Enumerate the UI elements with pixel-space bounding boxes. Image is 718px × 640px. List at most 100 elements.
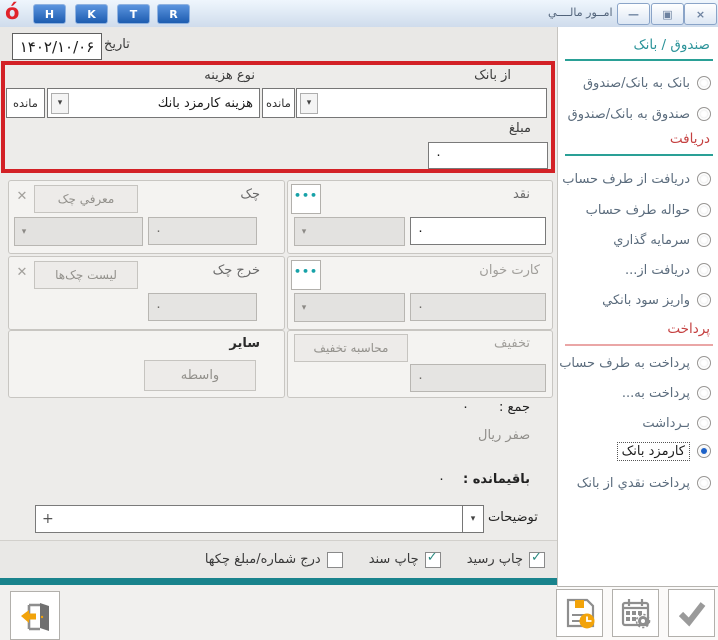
spend-cheque-group: ✕ لیست چک‌ها خرج چک ۰ [8, 256, 285, 330]
amount-input[interactable]: ۰ [428, 142, 548, 169]
sidebar-item-bank-fee[interactable]: کارمزد بانک [560, 440, 714, 462]
quick-button-t[interactable]: T [117, 4, 150, 24]
sidebar-section-pay: پرداخت [667, 321, 710, 337]
sidebar-item-investment[interactable]: سرمایه گذاري [560, 229, 714, 251]
expense-type-combobox[interactable]: ▾ هزینه كارمزد بانك [47, 88, 260, 118]
card-reader-label: کارت خوان [479, 263, 540, 278]
sidebar-item-receive-from-account[interactable]: دریافت از طرف حساب [560, 168, 714, 190]
accent-divider [0, 578, 557, 585]
cheque-intro-button: معرفي چک [34, 185, 138, 213]
app-logo-icon: ó [5, 0, 19, 24]
expense-type-label: نوع هزینه [204, 68, 255, 83]
cash-group: نقد ••• ۰ ▾ [287, 180, 553, 254]
cheque-group: ✕ معرفي چک چک ۰ ▾ [8, 180, 285, 254]
radio-icon[interactable] [697, 386, 711, 400]
card-reader-more-button[interactable]: ••• [291, 260, 321, 290]
radio-icon[interactable] [697, 416, 711, 430]
radio-icon[interactable] [697, 203, 711, 217]
mediator-button: واسطه [144, 360, 256, 391]
notes-dropdown-button[interactable]: ▾ [462, 505, 484, 533]
print-option[interactable]: چاپ رسید [467, 552, 545, 568]
cash-label: نقد [513, 187, 530, 202]
print-option[interactable]: چاپ سند [369, 552, 441, 568]
total-in-words: صفر ریال [478, 428, 530, 443]
close-icon[interactable]: × [684, 3, 717, 25]
print-option-checkbox[interactable] [529, 552, 545, 568]
quick-button-h[interactable]: H [33, 4, 66, 24]
remaining-value: ۰ [438, 472, 445, 487]
minimize-icon[interactable]: — [617, 3, 650, 25]
cheque-dropdown: ▾ [14, 217, 143, 246]
discount-label: تخفیف [494, 336, 530, 351]
chevron-down-icon[interactable]: ▾ [51, 93, 69, 114]
chevron-down-icon[interactable]: ▾ [300, 93, 318, 114]
cash-amount-input[interactable]: ۰ [410, 217, 546, 245]
save-with-time-button[interactable] [556, 589, 603, 637]
print-option-label: چاپ سند [369, 552, 419, 567]
radio-icon[interactable] [697, 444, 711, 458]
titlebar: ó H K T R امــور مالــــي — ▣ × [0, 0, 718, 28]
exit-button[interactable] [10, 591, 60, 640]
notes-input[interactable]: + [35, 505, 464, 533]
window-title: امــور مالــــي [548, 6, 616, 19]
radio-icon[interactable] [697, 172, 711, 186]
section-divider [565, 59, 713, 61]
print-option-label: چاپ رسید [467, 552, 523, 567]
section-divider [565, 154, 713, 156]
radio-icon[interactable] [697, 293, 711, 307]
sidebar-item-fund-to-bank[interactable]: صندوق به بانک/صندوق [560, 103, 714, 125]
discount-group: تخفیف محاسبه تخفیف ۰ [287, 330, 553, 398]
total-label: جمع : [488, 400, 530, 415]
quick-button-k[interactable]: K [75, 4, 108, 24]
print-option[interactable]: درج شماره/مبلغ چکها [205, 552, 343, 568]
bottom-bar-left [0, 585, 557, 640]
sidebar-item-withdrawal[interactable]: بـرداشت [560, 412, 714, 434]
sidebar-item-receive-from[interactable]: دریافت از... [560, 259, 714, 281]
radio-icon[interactable] [697, 356, 711, 370]
from-bank-label: از بانک [474, 68, 511, 83]
quick-button-r[interactable]: R [157, 4, 190, 24]
sidebar: صندوق / بانک بانک به بانک/صندوق صندوق به… [557, 27, 718, 586]
checkmark-icon [675, 596, 709, 630]
radio-icon[interactable] [697, 76, 711, 90]
radio-icon[interactable] [697, 476, 711, 490]
other-group: سایر واسطه [8, 330, 285, 398]
card-reader-group: کارت خوان ••• ۰ ▾ [287, 256, 553, 330]
card-reader-dropdown: ▾ [294, 293, 405, 322]
cash-account-dropdown: ▾ [294, 217, 405, 246]
sidebar-item-account-transfer[interactable]: حواله طرف حساب [560, 199, 714, 221]
amount-label: مبلغ [509, 121, 531, 136]
discount-amount-input: ۰ [410, 364, 546, 392]
sidebar-item-bank-interest[interactable]: واریز سود بانکي [560, 289, 714, 311]
spend-cheque-label: خرج چک [213, 263, 260, 278]
chevron-down-icon: ▾ [471, 514, 476, 524]
chevron-down-icon: ▾ [295, 303, 313, 313]
card-reader-amount-input: ۰ [410, 293, 546, 321]
expense-type-balance-button[interactable]: مانده [6, 88, 45, 118]
radio-icon[interactable] [697, 107, 711, 121]
spend-cheque-clear-icon[interactable]: ✕ [13, 263, 31, 281]
sidebar-item-pay-to[interactable]: پرداخت به... [560, 382, 714, 404]
radio-icon[interactable] [697, 263, 711, 277]
date-input[interactable]: ۱۴۰۲/۱۰/۰۶ [12, 33, 102, 60]
print-option-label: درج شماره/مبلغ چکها [205, 552, 321, 567]
from-bank-balance-button[interactable]: مانده [262, 88, 295, 118]
from-bank-combobox[interactable]: ▾ [296, 88, 547, 118]
section-divider [565, 344, 713, 346]
expense-type-value: هزینه كارمزد بانك [69, 96, 259, 111]
print-option-checkbox[interactable] [425, 552, 441, 568]
app-window: ó H K T R امــور مالــــي — ▣ × ۱۴۰۲/۱۰/… [0, 0, 718, 640]
confirm-button[interactable] [668, 589, 715, 637]
calendar-settings-button[interactable] [612, 589, 659, 637]
sidebar-item-pay-to-account[interactable]: پرداخت به طرف حساب [560, 352, 714, 374]
chevron-down-icon: ▾ [295, 227, 313, 237]
sidebar-item-cash-payment-from-bank[interactable]: پرداخت نقدي از بانک [560, 472, 714, 494]
print-option-checkbox[interactable] [327, 552, 343, 568]
exit-door-icon [18, 599, 52, 633]
cheque-clear-icon[interactable]: ✕ [13, 187, 31, 205]
maximize-icon[interactable]: ▣ [651, 3, 684, 25]
sidebar-item-bank-to-bank[interactable]: بانک به بانک/صندوق [560, 72, 714, 94]
radio-icon[interactable] [697, 233, 711, 247]
highlighted-section: از بانک نوع هزینه ▾ مانده ▾ هزینه كارمزد… [1, 61, 555, 173]
cash-more-button[interactable]: ••• [291, 184, 321, 214]
